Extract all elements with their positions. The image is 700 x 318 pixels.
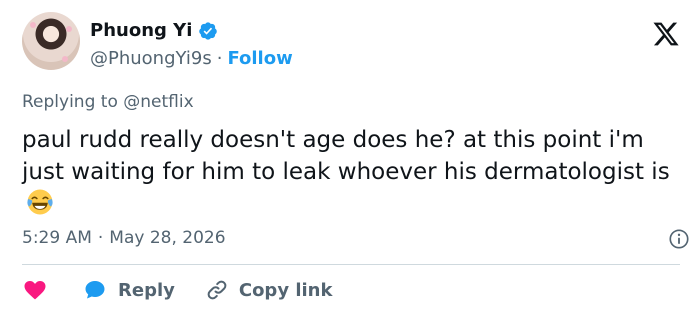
- avatar-decoration: [62, 56, 68, 62]
- author-display-name[interactable]: Phuong Yi: [90, 20, 192, 41]
- tweet-text: paul rudd really doesn't age does he? at…: [22, 127, 670, 185]
- reply-label: Reply: [118, 279, 175, 301]
- divider: [22, 264, 680, 265]
- x-logo-icon[interactable]: [652, 20, 680, 48]
- tweet-meta: 5:29 AM · May 28, 2026: [22, 228, 226, 248]
- follow-button[interactable]: Follow: [227, 48, 292, 69]
- author-handle-row: @PhuongYi9s · Follow: [90, 48, 293, 69]
- author-name-row: Phuong Yi: [90, 20, 218, 41]
- avatar-decoration: [66, 26, 72, 32]
- tweet-time[interactable]: 5:29 AM: [22, 228, 92, 248]
- heart-icon: [24, 281, 46, 300]
- link-icon: [207, 280, 227, 300]
- tweet-date[interactable]: May 28, 2026: [109, 228, 225, 248]
- tweet-header: Phuong Yi @PhuongYi9s · Follow: [22, 12, 682, 76]
- reply-bubble-icon: [85, 281, 105, 299]
- copy-link-button[interactable]: Copy link: [205, 278, 333, 302]
- separator-dot: ·: [97, 228, 104, 248]
- tweet-body: paul rudd really doesn't age does he? at…: [22, 124, 682, 220]
- avatar[interactable]: [22, 12, 80, 70]
- reply-mention-link[interactable]: @netflix: [123, 92, 193, 112]
- action-bar: Reply Copy link: [22, 278, 362, 302]
- author-handle[interactable]: @PhuongYi9s: [90, 48, 212, 69]
- verified-badge-icon: [199, 21, 218, 40]
- avatar-decoration: [30, 22, 36, 28]
- reply-context-prefix: Replying to: [22, 92, 118, 112]
- reply-context: Replying to @netflix: [22, 92, 194, 112]
- face-with-tears-of-joy-icon: [27, 189, 53, 215]
- separator-dot: ·: [216, 48, 223, 69]
- like-button[interactable]: [22, 278, 48, 302]
- copy-link-label: Copy link: [238, 279, 333, 301]
- reply-button[interactable]: Reply: [82, 278, 175, 302]
- info-icon[interactable]: [668, 228, 690, 250]
